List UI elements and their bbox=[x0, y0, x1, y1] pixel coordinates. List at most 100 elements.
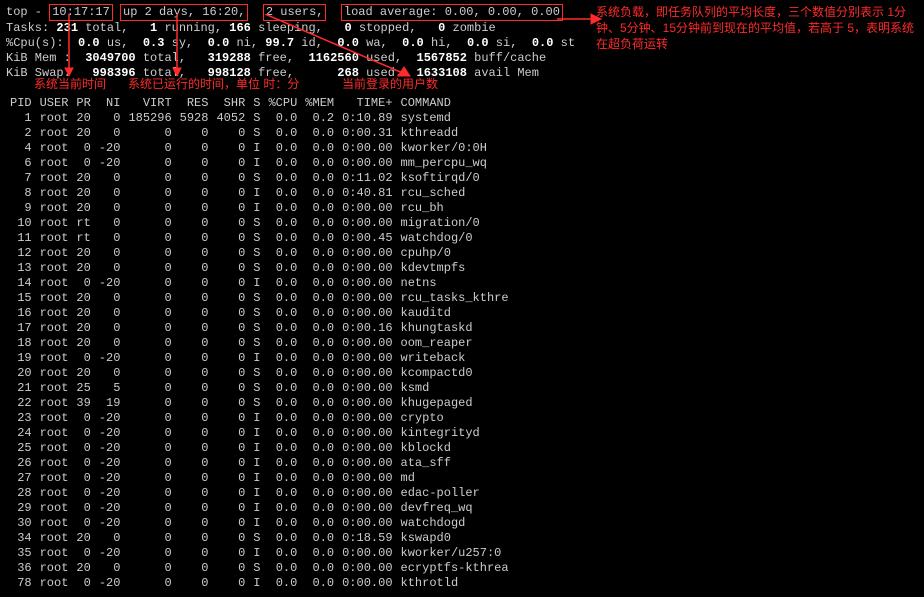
cell-mem: 0.0 bbox=[301, 516, 338, 531]
cell-shr: 0 bbox=[212, 261, 249, 276]
cell-pr: 0 bbox=[72, 141, 94, 156]
cell-cpu: 0.0 bbox=[264, 426, 301, 441]
col-shr[interactable]: SHR bbox=[212, 96, 249, 111]
cell-ni: 0 bbox=[95, 531, 125, 546]
cell-cpu: 0.0 bbox=[264, 471, 301, 486]
table-row: 19root0-20000I0.00.00:00.00writeback bbox=[6, 351, 513, 366]
cell-user: root bbox=[36, 411, 73, 426]
cell-user: root bbox=[36, 351, 73, 366]
col-res[interactable]: RES bbox=[176, 96, 213, 111]
cell-cpu: 0.0 bbox=[264, 441, 301, 456]
cell-user: root bbox=[36, 156, 73, 171]
cell-ni: -20 bbox=[95, 426, 125, 441]
col-virt[interactable]: VIRT bbox=[124, 96, 175, 111]
cell-shr: 0 bbox=[212, 546, 249, 561]
cell-cmd: devfreq_wq bbox=[397, 501, 513, 516]
cell-shr: 0 bbox=[212, 456, 249, 471]
table-row: 7root200000S0.00.00:11.02ksoftirqd/0 bbox=[6, 171, 513, 186]
cell-virt: 0 bbox=[124, 516, 175, 531]
cell-pr: 0 bbox=[72, 426, 94, 441]
cell-res: 0 bbox=[176, 561, 213, 576]
cell-pid: 23 bbox=[6, 411, 36, 426]
top-header-mem: KiB Mem : 3049700 total, 319288 free, 11… bbox=[6, 51, 918, 66]
cell-mem: 0.0 bbox=[301, 291, 338, 306]
col-ni[interactable]: NI bbox=[95, 96, 125, 111]
cell-cpu: 0.0 bbox=[264, 486, 301, 501]
cell-shr: 0 bbox=[212, 186, 249, 201]
cell-time: 0:00.00 bbox=[338, 156, 396, 171]
cell-cpu: 0.0 bbox=[264, 456, 301, 471]
cell-ni: 0 bbox=[95, 366, 125, 381]
col-user[interactable]: USER bbox=[36, 96, 73, 111]
cell-cpu: 0.0 bbox=[264, 546, 301, 561]
cell-s: S bbox=[249, 126, 264, 141]
cell-mem: 0.0 bbox=[301, 171, 338, 186]
cell-time: 0:10.89 bbox=[338, 111, 396, 126]
cell-time: 0:00.00 bbox=[338, 576, 396, 591]
process-table: PIDUSERPRNIVIRTRESSHRS%CPU%MEMTIME+COMMA… bbox=[6, 96, 513, 591]
col-pr[interactable]: PR bbox=[72, 96, 94, 111]
col-time[interactable]: TIME+ bbox=[338, 96, 396, 111]
cell-shr: 0 bbox=[212, 366, 249, 381]
cell-cpu: 0.0 bbox=[264, 306, 301, 321]
cell-time: 0:00.00 bbox=[338, 561, 396, 576]
cell-mem: 0.0 bbox=[301, 216, 338, 231]
cell-pid: 15 bbox=[6, 291, 36, 306]
cell-pr: 0 bbox=[72, 276, 94, 291]
cell-time: 0:00.00 bbox=[338, 441, 396, 456]
cell-s: S bbox=[249, 216, 264, 231]
cell-pr: 0 bbox=[72, 441, 94, 456]
cell-time: 0:18.59 bbox=[338, 531, 396, 546]
cell-virt: 0 bbox=[124, 261, 175, 276]
cell-cmd: kblockd bbox=[397, 441, 513, 456]
cell-user: root bbox=[36, 246, 73, 261]
cell-ni: -20 bbox=[95, 516, 125, 531]
cell-user: root bbox=[36, 231, 73, 246]
cell-pr: 0 bbox=[72, 411, 94, 426]
cell-ni: -20 bbox=[95, 501, 125, 516]
cell-pid: 28 bbox=[6, 486, 36, 501]
cell-pr: 0 bbox=[72, 351, 94, 366]
cell-pid: 26 bbox=[6, 456, 36, 471]
cell-time: 0:00.00 bbox=[338, 486, 396, 501]
cell-ni: -20 bbox=[95, 546, 125, 561]
cell-ni: -20 bbox=[95, 486, 125, 501]
cell-ni: 0 bbox=[95, 231, 125, 246]
col-s[interactable]: S bbox=[249, 96, 264, 111]
cell-s: I bbox=[249, 186, 264, 201]
cell-s: I bbox=[249, 201, 264, 216]
cell-s: I bbox=[249, 456, 264, 471]
table-row: 13root200000S0.00.00:00.00kdevtmpfs bbox=[6, 261, 513, 276]
cell-pr: 20 bbox=[72, 336, 94, 351]
cell-cmd: kworker/0:0H bbox=[397, 141, 513, 156]
cell-cmd: kdevtmpfs bbox=[397, 261, 513, 276]
cell-user: root bbox=[36, 381, 73, 396]
cell-cmd: kthrotld bbox=[397, 576, 513, 591]
table-row: 4root0-20000I0.00.00:00.00kworker/0:0H bbox=[6, 141, 513, 156]
cell-pr: 20 bbox=[72, 306, 94, 321]
cell-s: I bbox=[249, 156, 264, 171]
cell-cmd: ksmd bbox=[397, 381, 513, 396]
cell-shr: 0 bbox=[212, 396, 249, 411]
col-mem[interactable]: %MEM bbox=[301, 96, 338, 111]
cell-s: S bbox=[249, 396, 264, 411]
cell-shr: 0 bbox=[212, 501, 249, 516]
cell-time: 0:00.00 bbox=[338, 471, 396, 486]
col-command[interactable]: COMMAND bbox=[397, 96, 513, 111]
table-row: 21root255000S0.00.00:00.00ksmd bbox=[6, 381, 513, 396]
cell-time: 0:00.00 bbox=[338, 411, 396, 426]
col-pid[interactable]: PID bbox=[6, 96, 36, 111]
cell-s: I bbox=[249, 471, 264, 486]
cell-user: root bbox=[36, 486, 73, 501]
col-cpu[interactable]: %CPU bbox=[264, 96, 301, 111]
cell-user: root bbox=[36, 111, 73, 126]
table-row: 12root200000S0.00.00:00.00cpuhp/0 bbox=[6, 246, 513, 261]
table-row: 29root0-20000I0.00.00:00.00devfreq_wq bbox=[6, 501, 513, 516]
cell-cpu: 0.0 bbox=[264, 501, 301, 516]
cell-s: S bbox=[249, 111, 264, 126]
cell-time: 0:00.00 bbox=[338, 306, 396, 321]
cell-ni: 0 bbox=[95, 291, 125, 306]
cell-mem: 0.0 bbox=[301, 231, 338, 246]
cell-user: root bbox=[36, 291, 73, 306]
cell-cmd: oom_reaper bbox=[397, 336, 513, 351]
